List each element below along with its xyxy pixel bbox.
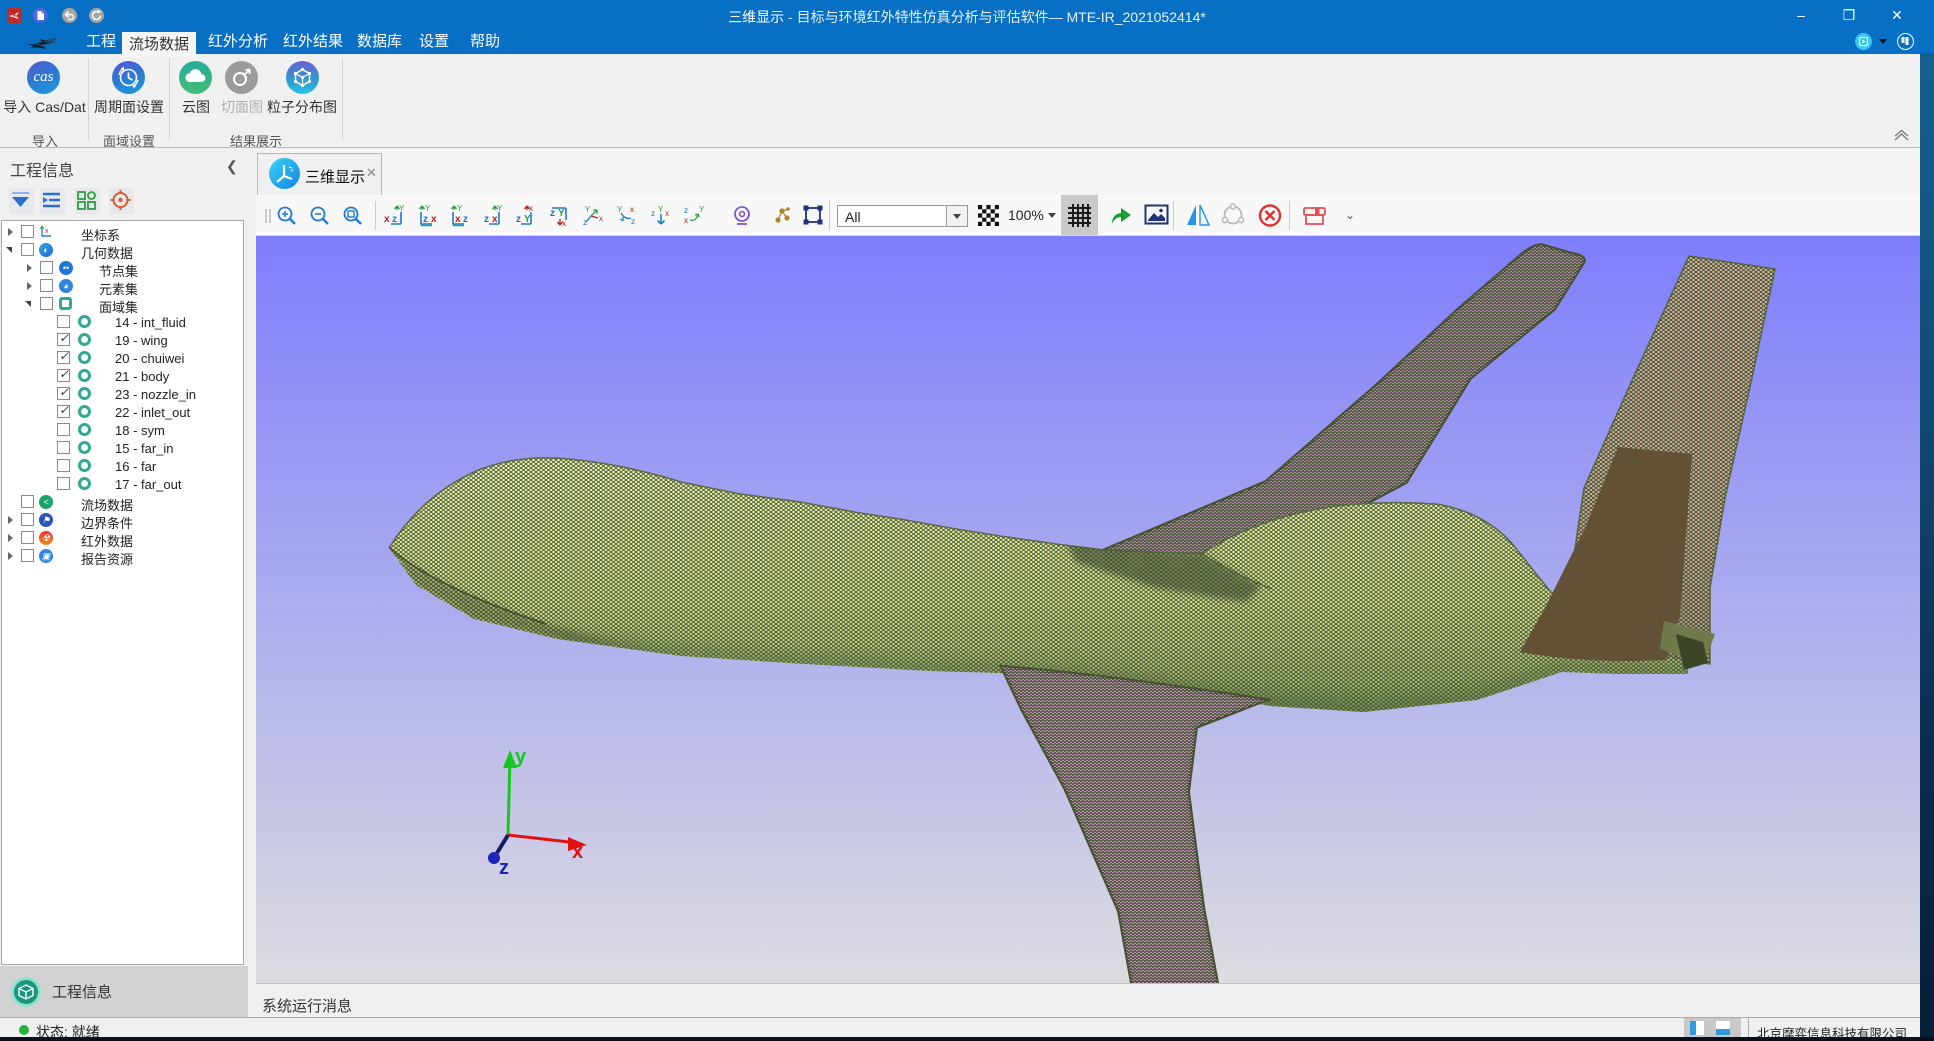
svg-text:Y: Y xyxy=(457,204,463,213)
svg-text:y: y xyxy=(515,746,527,768)
svg-text:Y: Y xyxy=(497,204,503,213)
svg-text:z: z xyxy=(550,208,555,219)
svg-text:x: x xyxy=(529,204,533,213)
svg-text:z: z xyxy=(484,214,489,225)
svg-text:x: x xyxy=(384,214,390,225)
svg-text:x: x xyxy=(562,219,566,228)
svg-text:Y: Y xyxy=(399,204,405,213)
svg-text:z: z xyxy=(651,209,655,218)
svg-text:x: x xyxy=(684,216,688,225)
svg-text:Y: Y xyxy=(699,205,705,214)
svg-text:x: x xyxy=(665,209,669,218)
svg-text:x: x xyxy=(431,214,437,225)
svg-text:x: x xyxy=(630,205,634,214)
svg-text:Y: Y xyxy=(617,205,623,214)
svg-text:z: z xyxy=(463,214,468,225)
svg-text:Y: Y xyxy=(558,208,565,219)
svg-text:Y: Y xyxy=(425,204,431,213)
svg-text:Y: Y xyxy=(658,205,664,214)
svg-text:x: x xyxy=(455,214,461,225)
svg-text:z: z xyxy=(499,857,509,879)
svg-text:x: x xyxy=(599,214,603,223)
svg-text:z: z xyxy=(423,214,428,225)
svg-text:x: x xyxy=(45,228,49,235)
svg-text:z: z xyxy=(684,206,688,215)
svg-text:z: z xyxy=(516,214,521,225)
svg-text:z: z xyxy=(631,217,635,226)
svg-text:z: z xyxy=(583,218,587,227)
svg-text:x: x xyxy=(572,841,583,863)
svg-text:Y: Y xyxy=(585,205,591,214)
